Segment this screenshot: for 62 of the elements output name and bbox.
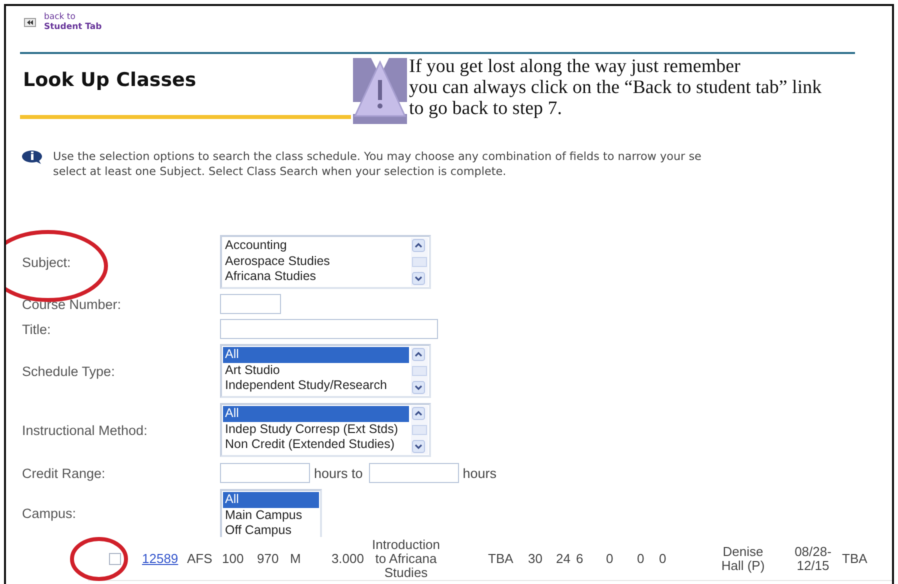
list-option[interactable]: Independent Study/Research	[223, 378, 409, 394]
table-cell-text: 08/28-12/15	[794, 544, 832, 572]
input-field[interactable]	[220, 294, 281, 314]
scrollbar[interactable]	[411, 238, 428, 286]
unit-label: hours	[462, 466, 497, 480]
page-title: Look Up Classes	[23, 68, 198, 93]
table-cell: 3.000	[331, 551, 364, 566]
scroll-up-icon[interactable]	[412, 407, 425, 420]
instructions-text: Use the selection options to search the class schedule. You may choose any combination of fields to narrow your se select at least one Subject. Select Class Search when your selection is complete.	[53, 149, 702, 179]
table-cell: 0	[637, 551, 644, 566]
table-cell: 24	[556, 551, 570, 566]
input-field[interactable]	[368, 463, 459, 483]
input-field[interactable]	[220, 319, 438, 339]
table-cell: 100	[222, 551, 244, 566]
field-label: Schedule Type:	[22, 362, 116, 381]
info-icon	[21, 150, 43, 164]
warning-icon	[351, 56, 409, 126]
input-field[interactable]	[220, 463, 310, 483]
table-cell: 0	[659, 551, 666, 566]
table-cell: 970	[257, 551, 279, 566]
field-label: Subject:	[22, 254, 72, 272]
list-box[interactable]: All Main Campus Off Campus	[220, 489, 322, 537]
crn-link[interactable]: 12589	[142, 551, 178, 566]
table-cell: 0	[606, 551, 614, 566]
scrollbar[interactable]	[411, 406, 428, 454]
list-option[interactable]: All	[223, 347, 409, 362]
table-cell: TBA	[842, 551, 868, 566]
list-option[interactable]: All	[223, 492, 319, 508]
list-option[interactable]: Africana Studies	[223, 269, 409, 284]
list-option[interactable]: Main Campus	[223, 508, 319, 523]
list-box[interactable]: Accounting Aerospace Studies Africana Studies	[220, 235, 431, 289]
list-box[interactable]: All Indep Study Corresp (Ext Stds) Non Credit (Extended Studies)	[220, 403, 431, 457]
list-option[interactable]: Accounting	[223, 238, 409, 254]
scroll-down-icon[interactable]	[412, 381, 425, 394]
callout-text: If you get lost along the way just remember you can always click on the “Back to student tab” link to go back to step 7.	[409, 55, 822, 119]
table-cell: TBA	[488, 551, 514, 566]
list-option[interactable]: Art Studio	[223, 362, 409, 378]
scroll-up-icon[interactable]	[412, 239, 425, 252]
list-option[interactable]: Off Campus	[223, 523, 319, 537]
field-label: Instructional Method:	[22, 422, 148, 440]
scroll-down-icon[interactable]	[412, 440, 425, 453]
list-option[interactable]: Indep Study Corresp (Ext Stds)	[223, 422, 409, 437]
table-cell: 6	[576, 551, 584, 566]
field-label: Credit Range:	[22, 464, 106, 483]
table-cell-text: Introduction to Africana Studies	[371, 538, 441, 580]
checkbox[interactable]	[109, 552, 121, 564]
field-label: Campus:	[22, 504, 78, 523]
table-cell: 30	[528, 551, 542, 566]
back-link[interactable]: back to Student Tab	[44, 12, 102, 32]
list-option[interactable]: Aerospace Studies	[223, 254, 409, 269]
list-option[interactable]: All	[223, 406, 409, 422]
scrollbar[interactable]	[411, 347, 428, 395]
rewind-icon	[24, 18, 36, 27]
scroll-down-icon[interactable]	[412, 272, 425, 285]
table-cell: AFS	[187, 551, 212, 566]
table-cell-text: Denise Hall (P)	[720, 544, 766, 572]
list-box[interactable]: All Art Studio Independent Study/Research	[220, 344, 431, 398]
table-cell: M	[290, 551, 301, 566]
field-label: Title:	[22, 320, 52, 338]
range-label: hours to	[314, 466, 363, 480]
scroll-up-icon[interactable]	[412, 348, 425, 361]
list-option[interactable]: Non Credit (Extended Studies)	[223, 437, 409, 452]
